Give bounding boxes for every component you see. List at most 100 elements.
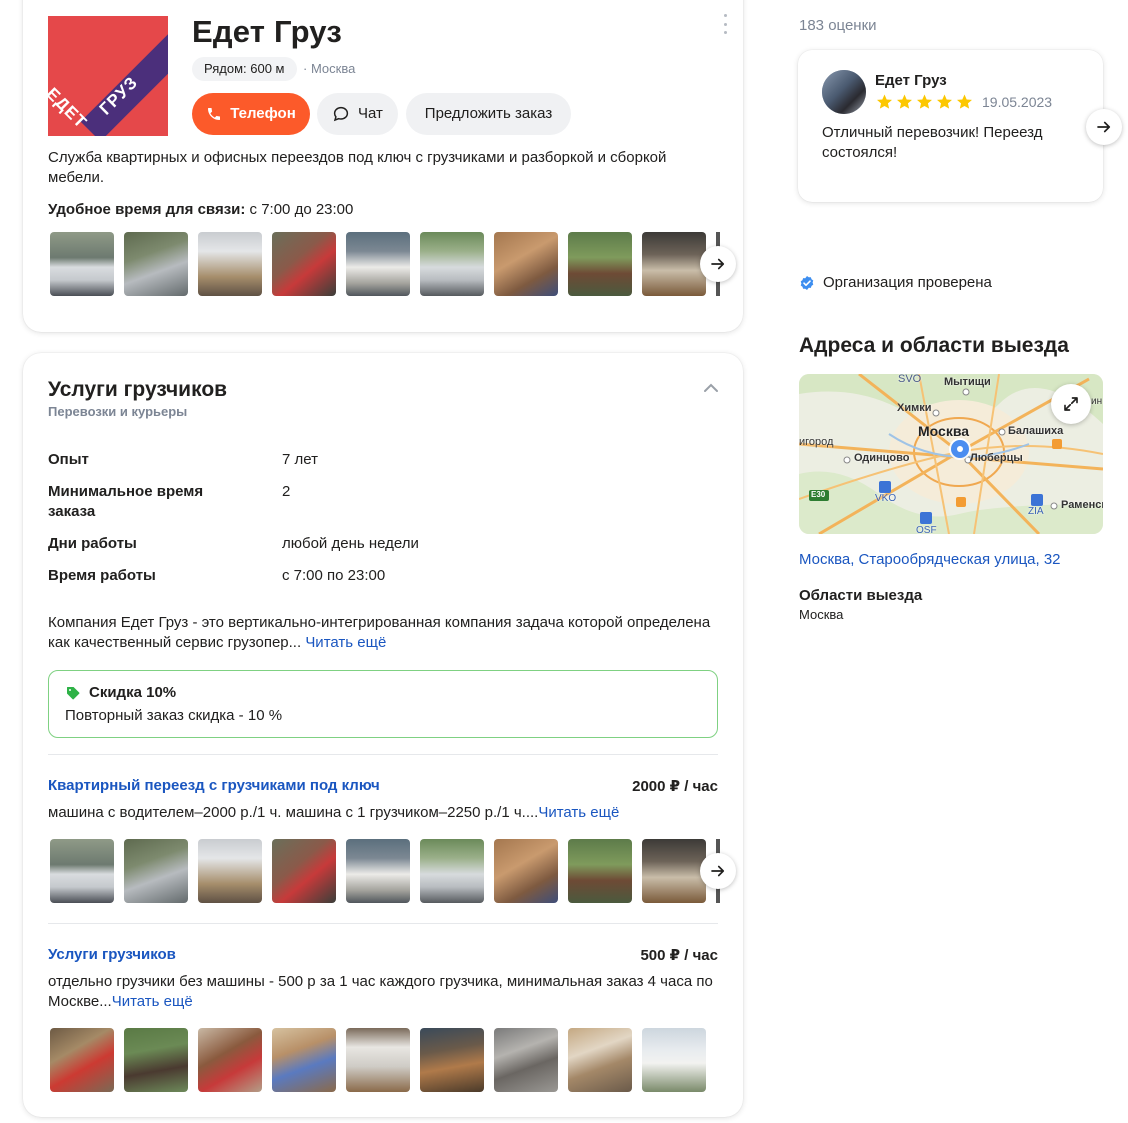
expand-map-button[interactable] (1051, 384, 1091, 424)
photo-thumbnail[interactable] (494, 839, 558, 903)
arrow-right-icon (1097, 121, 1111, 133)
star-icon (877, 94, 892, 109)
phone-button[interactable]: Телефон (192, 93, 310, 135)
service-name-link[interactable]: Квартирный переезд с грузчиками под ключ (48, 777, 380, 794)
address-link[interactable]: Москва, Старообрядческая улица, 32 (799, 551, 1061, 568)
service-areas-title: Области выезда (799, 587, 923, 604)
info-key-work-days: Дни работы (48, 535, 137, 552)
map-label: ин (1091, 396, 1103, 407)
services-title: Услуги грузчиков (48, 378, 228, 401)
info-key-work-hours: Время работы (48, 567, 156, 584)
photo-thumbnail[interactable] (568, 1028, 632, 1092)
photo-thumbnail[interactable] (346, 839, 410, 903)
map-label: игород (799, 436, 834, 448)
photo-thumbnail[interactable] (568, 232, 632, 296)
review-card[interactable]: Едет Груз 19.05.2023 Отличный перевозчик… (798, 50, 1103, 202)
photo-thumbnail[interactable] (198, 1028, 262, 1092)
reviews-next-button[interactable] (1086, 109, 1122, 145)
profile-card: ЕДЕТ ГРУЗ Едет Груз Рядом: 600 м · Москв… (23, 0, 743, 332)
more-menu-icon[interactable] (721, 14, 729, 34)
photo-thumbnail[interactable] (642, 1028, 706, 1092)
photo-thumbnail[interactable] (124, 232, 188, 296)
review-rating-stars (875, 93, 974, 111)
chat-button[interactable]: Чат (317, 93, 398, 135)
phone-icon (208, 108, 221, 120)
addresses-title: Адреса и области выезда (799, 334, 1069, 357)
company-name: Едет Груз (192, 14, 342, 49)
service-description-text: машина с водителем–2000 р./1 ч. машина с… (48, 804, 539, 821)
gallery-next-button[interactable] (700, 853, 736, 889)
contact-time-value: с 7:00 до 23:00 (245, 201, 354, 218)
divider (48, 923, 718, 924)
photo-thumbnail[interactable] (420, 1028, 484, 1092)
photo-thumbnail[interactable] (272, 1028, 336, 1092)
photo-gallery (50, 232, 720, 296)
photo-thumbnail[interactable] (494, 232, 558, 296)
review-text: Отличный перевозчик! Переезд состоялся! (822, 124, 1043, 161)
tag-icon (67, 687, 80, 700)
review-date: 19.05.2023 (982, 94, 1053, 110)
read-more-link[interactable]: Читать ещё (305, 634, 386, 651)
map[interactable]: SVO Мытищи Химки Москва Балашиха игород … (799, 374, 1103, 534)
verified-check-icon (800, 275, 814, 290)
service-photo-gallery (50, 839, 720, 903)
offer-order-button[interactable]: Предложить заказ (406, 93, 571, 135)
photo-thumbnail[interactable] (198, 839, 262, 903)
discount-box: Скидка 10% Повторный заказ скидка - 10 % (48, 670, 718, 738)
photo-thumbnail[interactable] (50, 839, 114, 903)
company-logo: ЕДЕТ ГРУЗ (48, 16, 168, 136)
photo-thumbnail[interactable] (124, 1028, 188, 1092)
photo-thumbnail[interactable] (420, 232, 484, 296)
map-label: Мытищи (944, 376, 991, 388)
map-label: Москва (918, 423, 970, 439)
photo-thumbnail[interactable] (272, 839, 336, 903)
map-label: Химки (897, 402, 932, 414)
info-key-experience: Опыт (48, 451, 89, 468)
company-about: Компания Едет Груз - это вертикально-инт… (48, 613, 723, 653)
photo-thumbnail[interactable] (568, 839, 632, 903)
map-label: Балашиха (1008, 425, 1064, 437)
offer-order-label: Предложить заказ (424, 105, 553, 122)
discount-text: Повторный заказ скидка - 10 % (65, 707, 283, 724)
photo-thumbnail[interactable] (346, 232, 410, 296)
photo-thumbnail[interactable] (198, 232, 262, 296)
distance-badge: Рядом: 600 м (192, 57, 297, 81)
chevron-up-icon[interactable] (701, 381, 721, 395)
map-label: E30 (811, 490, 826, 499)
photo-thumbnail[interactable] (50, 1028, 114, 1092)
photo-thumbnail[interactable] (642, 839, 706, 903)
gallery-next-button[interactable] (700, 246, 736, 282)
read-more-link[interactable]: Читать ещё (112, 993, 193, 1010)
service-photo-gallery (50, 1028, 706, 1092)
service-description: отдельно грузчики без машины - 500 р за … (48, 972, 723, 1012)
star-icon (897, 94, 912, 109)
info-value-experience: 7 лет (282, 451, 318, 468)
info-value-work-days: любой день недели (282, 535, 419, 552)
star-icon (957, 94, 972, 109)
info-value-min-time: 2 (282, 483, 291, 500)
photo-thumbnail[interactable] (272, 232, 336, 296)
company-description: Служба квартирных и офисных переездов по… (48, 149, 667, 186)
service-areas-value: Москва (799, 607, 844, 622)
photo-thumbnail[interactable] (124, 839, 188, 903)
read-more-link[interactable]: Читать ещё (538, 804, 619, 821)
photo-thumbnail[interactable] (346, 1028, 410, 1092)
service-description: машина с водителем–2000 р./1 ч. машина с… (48, 803, 723, 823)
map-label: OSF (916, 525, 937, 534)
ratings-count[interactable]: 183 оценки (799, 17, 877, 34)
expand-icon (1064, 397, 1078, 411)
map-label: Одинцово (854, 452, 910, 464)
photo-thumbnail[interactable] (420, 839, 484, 903)
service-name-link[interactable]: Услуги грузчиков (48, 946, 176, 963)
photo-thumbnail[interactable] (494, 1028, 558, 1092)
service-price: 2000 ₽ / час (632, 778, 718, 795)
arrow-right-icon (711, 865, 725, 877)
photo-thumbnail[interactable] (642, 232, 706, 296)
chat-icon (333, 106, 349, 122)
photo-thumbnail[interactable] (50, 232, 114, 296)
avatar (822, 70, 866, 114)
review-author: Едет Груз (875, 72, 947, 89)
service-price: 500 ₽ / час (640, 947, 718, 964)
chat-button-label: Чат (358, 105, 383, 122)
map-label: VKO (875, 493, 897, 504)
